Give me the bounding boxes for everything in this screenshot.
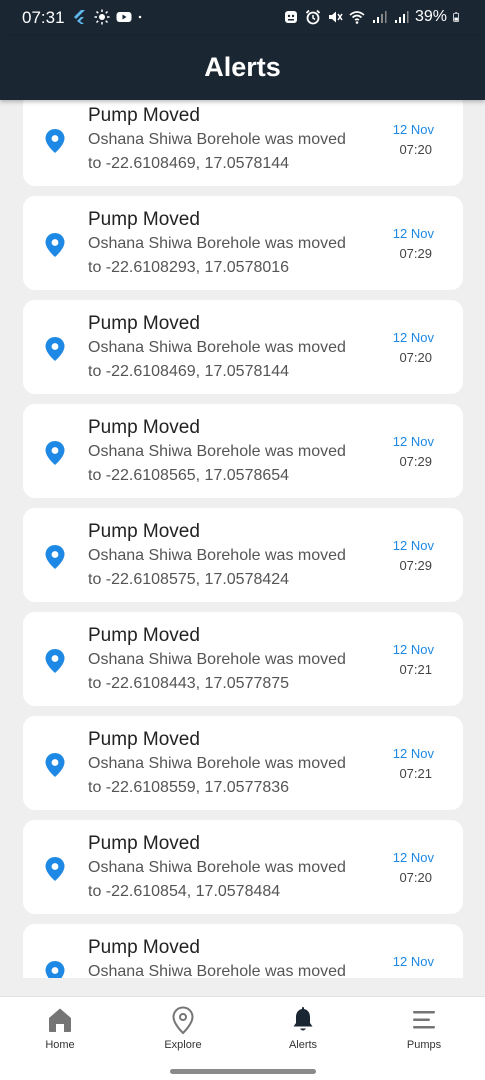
home-icon (49, 1008, 71, 1032)
alert-date: 12 Nov (392, 954, 434, 969)
location-pin-icon (45, 233, 65, 257)
signal-2-icon (394, 11, 409, 23)
bell-icon (293, 1007, 313, 1031)
status-left-icons (72, 9, 146, 25)
menu-lines-icon (413, 1011, 435, 1029)
alert-date: 12 Nov (392, 746, 434, 761)
alert-message: Oshana Shiwa Borehole was moved (88, 755, 346, 772)
battery-icon (453, 12, 459, 22)
alert-date: 12 Nov (392, 122, 434, 137)
location-pin-icon (45, 545, 65, 569)
alert-card[interactable]: Pump Moved Oshana Shiwa Borehole was mov… (23, 100, 463, 186)
app-bar: Alerts (0, 36, 485, 100)
alert-time: 07:29 (399, 558, 432, 573)
alert-coordinates: to -22.6108469, 17.0578144 (88, 363, 290, 380)
status-time: 07:31 (22, 8, 65, 27)
alert-title: Pump Moved (88, 729, 200, 750)
alert-time: 07:20 (399, 350, 432, 365)
nav-item-alerts[interactable]: Alerts (253, 1005, 353, 1057)
location-pin-icon (45, 961, 65, 978)
flutter-icon (74, 10, 85, 24)
location-pin-icon (172, 1006, 194, 1035)
alert-message: Oshana Shiwa Borehole was moved (88, 235, 346, 252)
alert-time: 07:21 (399, 766, 432, 781)
nav-label: Pumps (406, 1039, 442, 1051)
nav-label: Alerts (288, 1039, 318, 1051)
mute-icon (328, 11, 343, 23)
alert-card[interactable]: Pump Moved Oshana Shiwa Borehole was mov… (23, 612, 463, 706)
alert-coordinates: to -22.6108565, 17.0578654 (88, 467, 290, 484)
home-indicator[interactable] (170, 1069, 316, 1074)
lock-face-icon (284, 11, 297, 23)
alert-title: Pump Moved (88, 417, 200, 438)
alert-coordinates: to -22.6108293, 17.0578016 (88, 259, 290, 276)
alert-message: Oshana Shiwa Borehole was moved (88, 339, 346, 356)
bottom-nav: Home Explore Alerts Pumps (0, 996, 485, 1080)
alert-card[interactable]: Pump Moved Oshana Shiwa Borehole was mov… (23, 508, 463, 602)
alert-date: 12 Nov (392, 642, 434, 657)
alert-time: 07:20 (399, 142, 432, 157)
alert-message: Oshana Shiwa Borehole was moved (88, 547, 346, 564)
alert-title: Pump Moved (88, 521, 200, 542)
alert-coordinates: to -22.6108559, 17.0577836 (88, 779, 290, 796)
alert-message: Oshana Shiwa Borehole was moved (88, 443, 346, 460)
page-title: Alerts (204, 52, 281, 82)
location-pin-icon (45, 753, 65, 777)
location-pin-icon (45, 857, 65, 881)
alert-time: 07:21 (399, 662, 432, 677)
location-pin-icon (45, 129, 65, 153)
alert-date: 12 Nov (392, 538, 434, 553)
alert-title: Pump Moved (88, 313, 200, 334)
wifi-icon (349, 11, 365, 24)
alert-card[interactable]: Pump Moved Oshana Shiwa Borehole was mov… (23, 300, 463, 394)
alert-coordinates: to -22.6108443, 17.0577875 (88, 675, 290, 692)
alert-date: 12 Nov (392, 850, 434, 865)
alert-title: Pump Moved (88, 937, 200, 958)
alert-date: 12 Nov (392, 330, 434, 345)
nav-label: Home (45, 1039, 75, 1051)
nav-item-home[interactable]: Home (10, 1005, 110, 1057)
alert-title: Pump Moved (88, 105, 200, 126)
alert-card[interactable]: Pump Moved Oshana Shiwa Borehole was mov… (23, 820, 463, 914)
nav-label: Explore (164, 1039, 202, 1051)
alert-date: 12 Nov (392, 434, 434, 449)
signal-icon (372, 11, 387, 23)
notification-dot-icon (138, 15, 142, 19)
alert-card[interactable]: Pump Moved Oshana Shiwa Borehole was mov… (23, 404, 463, 498)
alert-message: Oshana Shiwa Borehole was moved (88, 131, 346, 148)
location-pin-icon (45, 441, 65, 465)
alert-message: Oshana Shiwa Borehole was moved (88, 651, 346, 668)
alert-card[interactable]: Pump Moved Oshana Shiwa Borehole was mov… (23, 924, 463, 978)
battery-percent: 39% (414, 8, 447, 25)
alert-date: 12 Nov (392, 226, 434, 241)
alert-coordinates: to -22.6108575, 17.0578424 (88, 571, 290, 588)
status-right-icons: 39% (283, 8, 463, 26)
nav-item-explore[interactable]: Explore (133, 1005, 233, 1057)
alert-card[interactable]: Pump Moved Oshana Shiwa Borehole was mov… (23, 716, 463, 810)
alert-time: 07:29 (399, 454, 432, 469)
alert-time: 07:20 (399, 870, 432, 885)
nav-item-pumps[interactable]: Pumps (374, 1005, 474, 1057)
location-pin-icon (45, 649, 65, 673)
location-pin-icon (45, 337, 65, 361)
status-bar: 07:31 39% (0, 0, 485, 36)
alert-message: Oshana Shiwa Borehole was moved (88, 963, 346, 978)
alert-title: Pump Moved (88, 625, 200, 646)
alert-message: Oshana Shiwa Borehole was moved (88, 859, 346, 876)
alert-coordinates: to -22.6108469, 17.0578144 (88, 155, 290, 172)
alert-title: Pump Moved (88, 209, 200, 230)
alert-title: Pump Moved (88, 833, 200, 854)
brightness-icon (94, 9, 110, 25)
alarm-icon (305, 9, 321, 25)
youtube-icon (116, 12, 132, 22)
alert-card[interactable]: Pump Moved Oshana Shiwa Borehole was mov… (23, 196, 463, 290)
alert-time: 07:29 (399, 246, 432, 261)
alerts-list[interactable]: Pump Moved Oshana Shiwa Borehole was mov… (0, 100, 485, 978)
alert-coordinates: to -22.610854, 17.0578484 (88, 883, 281, 900)
